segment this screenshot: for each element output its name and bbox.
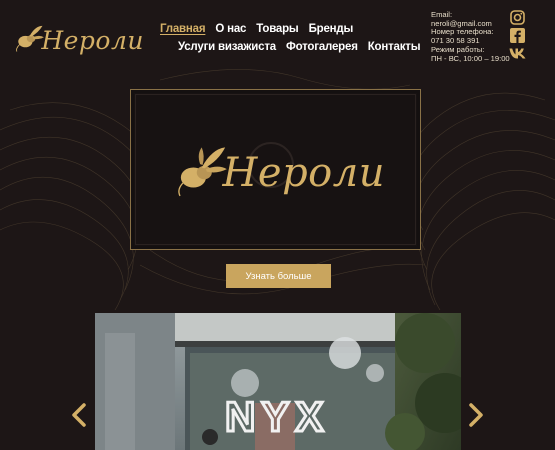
nav-link-makeup-services[interactable]: Услуги визажиста	[178, 41, 276, 53]
page: Нероли Главная О нас Товары Бренды Услуг…	[0, 0, 555, 450]
nav-link-products[interactable]: Товары	[256, 23, 298, 35]
hero-banner: Нероли	[130, 89, 421, 250]
learn-more-button[interactable]: Узнать больше	[226, 264, 331, 288]
neroli-flower-large-icon	[178, 147, 227, 197]
instagram-icon[interactable]	[509, 10, 526, 25]
photo-gallery-slider[interactable]: NYX	[95, 313, 461, 450]
storefront-sign-text: NYX	[225, 393, 329, 440]
site-header: Нероли Главная О нас Товары Бренды Услуг…	[0, 0, 555, 72]
contact-info: Email: neroli@gmail.com Номер телефона: …	[431, 10, 510, 63]
nav-link-brands[interactable]: Бренды	[309, 23, 354, 35]
gallery-next-arrow-icon[interactable]	[465, 400, 487, 430]
hours-value: ПН - ВС, 10:00 – 19:00	[431, 53, 510, 63]
nav-link-about[interactable]: О нас	[215, 23, 246, 35]
social-links	[509, 10, 529, 64]
nav-row-1: Главная О нас Товары Бренды	[160, 20, 390, 38]
nav-link-contacts[interactable]: Контакты	[368, 41, 421, 53]
nav-row-2: Услуги визажиста Фотогалерея Контакты	[160, 38, 421, 56]
facebook-icon[interactable]	[509, 28, 526, 43]
hero-logo-text: Нероли	[222, 150, 385, 196]
gallery-prev-arrow-icon[interactable]	[68, 400, 90, 430]
site-logo[interactable]: Нероли	[14, 12, 144, 64]
vk-icon[interactable]	[509, 46, 526, 61]
nav-link-photo-gallery[interactable]: Фотогалерея	[286, 41, 358, 53]
nav-link-home[interactable]: Главная	[160, 23, 206, 35]
storefront-photo: NYX	[95, 313, 461, 450]
main-nav: Главная О нас Товары Бренды Услуги визаж…	[160, 20, 421, 56]
logo-text: Нероли	[41, 25, 144, 55]
hero-logo: Нероли	[175, 130, 385, 210]
